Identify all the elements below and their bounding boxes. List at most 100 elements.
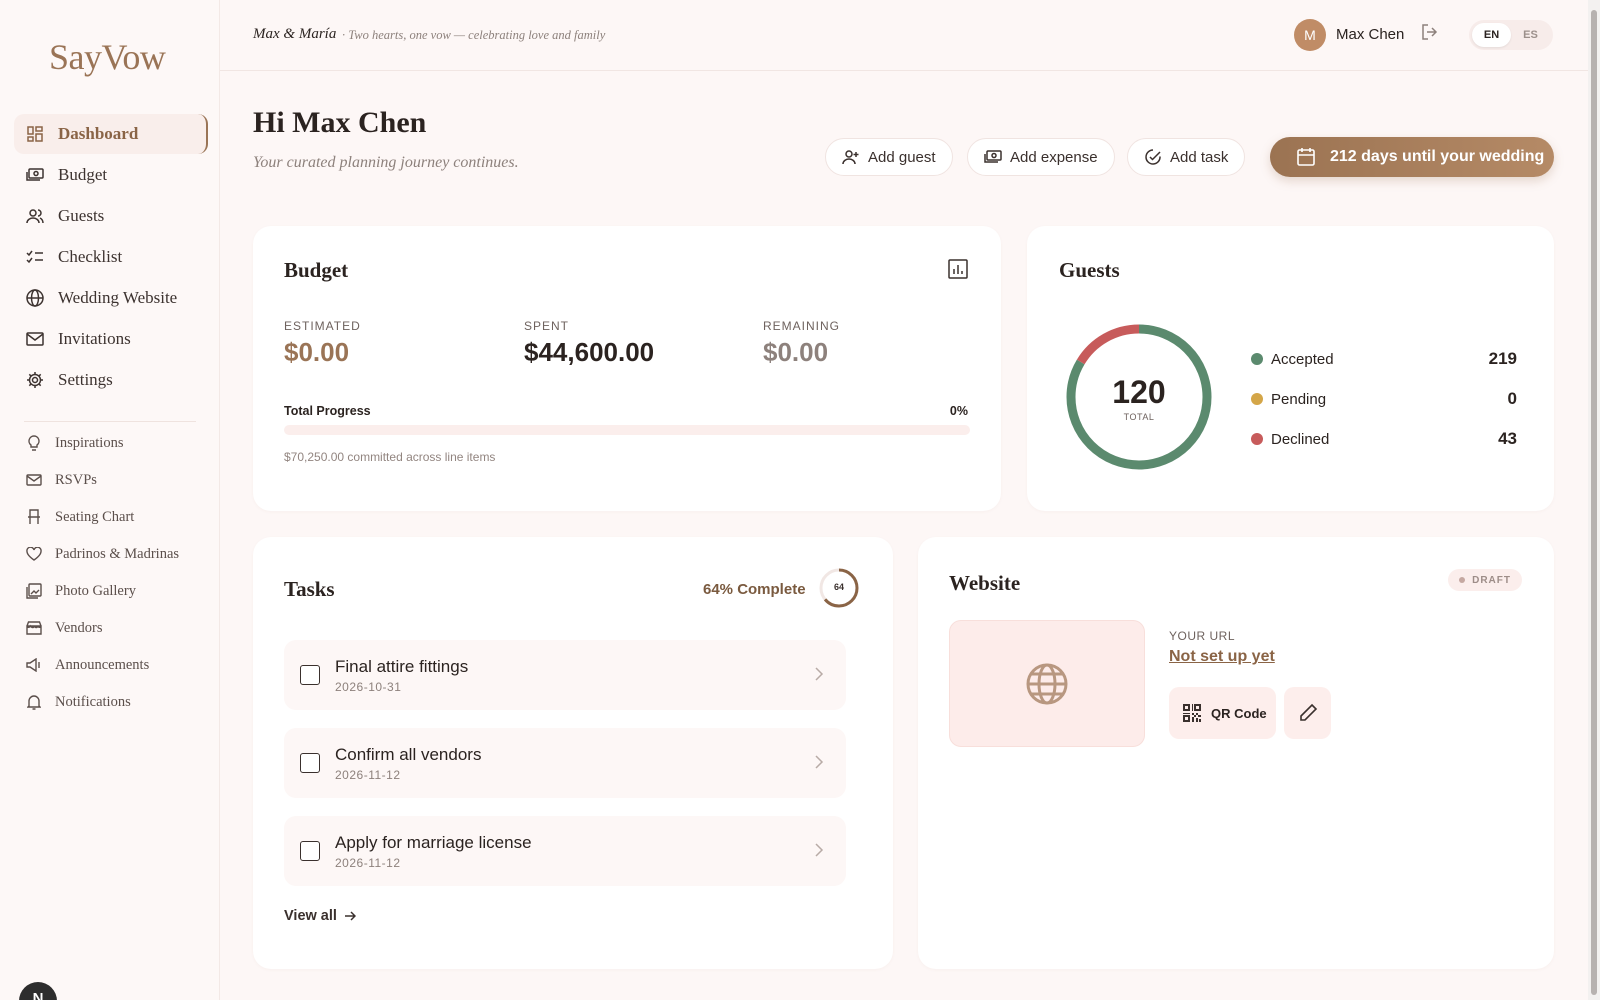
guests-card: Guests 120 TOTAL Accepted 219 Pending 0 … — [1027, 226, 1554, 511]
lang-en-button[interactable]: EN — [1472, 23, 1511, 47]
lightbulb-icon — [26, 435, 42, 451]
globe-icon — [1026, 663, 1068, 704]
money-icon — [984, 148, 1002, 166]
sidebar-divider — [24, 421, 196, 422]
user-name[interactable]: Max Chen — [1336, 26, 1404, 43]
sidebar-item-label: Notifications — [55, 693, 131, 710]
sidebar-item-label: Vendors — [55, 619, 103, 636]
gear-icon — [26, 371, 44, 389]
legend-value: 43 — [1498, 429, 1517, 448]
qr-code-button[interactable]: QR Code — [1169, 687, 1276, 739]
progress-percent: 0% — [949, 404, 968, 418]
mail-icon — [26, 472, 42, 488]
money-icon — [26, 166, 44, 184]
sidebar-item-label: Padrinos & Madrinas — [55, 545, 180, 562]
spent-value: $44,600.00 — [524, 337, 655, 367]
brand-logo[interactable]: SayVow — [49, 36, 166, 78]
chevron-right-icon — [815, 843, 824, 857]
view-all-label: View all — [284, 908, 337, 924]
scrollbar-thumb[interactable] — [1591, 10, 1597, 995]
guests-title: Guests — [1059, 258, 1120, 282]
spent-label: SPENT — [524, 319, 570, 333]
website-url-link[interactable]: Not set up yet — [1169, 648, 1275, 666]
page-subtitle: Your curated planning journey continues. — [253, 154, 519, 171]
task-checkbox[interactable] — [300, 665, 320, 685]
countdown-label: 212 days until your wedding — [1330, 148, 1545, 165]
sidebar-item-label: Wedding Website — [58, 288, 178, 307]
sidebar-item-settings[interactable]: Settings — [14, 360, 208, 400]
add-task-button[interactable]: Add task — [1127, 138, 1246, 176]
sidebar-item-padrinos[interactable]: Padrinos & Madrinas — [14, 538, 208, 570]
legend-name: Pending — [1271, 390, 1327, 408]
add-expense-button[interactable]: Add expense — [967, 138, 1115, 176]
page-title: Hi Max Chen — [253, 106, 427, 139]
chevron-right-icon — [815, 755, 824, 769]
guest-total-label: TOTAL — [1123, 412, 1155, 422]
budget-title: Budget — [284, 258, 349, 282]
legend-name: Accepted — [1271, 350, 1334, 368]
chevron-right-icon — [815, 667, 824, 681]
checklist-icon — [26, 248, 44, 266]
language-toggle: EN ES — [1469, 20, 1553, 50]
sidebar-item-photo-gallery[interactable]: Photo Gallery — [14, 575, 208, 607]
task-row[interactable]: Apply for marriage license 2026-11-12 — [284, 816, 846, 886]
edit-website-button[interactable] — [1284, 687, 1331, 739]
task-row[interactable]: Confirm all vendors 2026-11-12 — [284, 728, 846, 798]
sidebar: SayVow Dashboard Budget Guests Checklist… — [0, 0, 220, 1000]
add-guest-button[interactable]: Add guest — [825, 138, 953, 176]
top-bar: Max & María · Two hearts, one vow — cele… — [220, 0, 1588, 71]
guest-total: 120 — [1112, 374, 1166, 410]
task-name: Final attire fittings — [335, 656, 469, 676]
website-card: Website DRAFT YOUR URL Not set up yet QR… — [918, 537, 1554, 969]
sidebar-item-dashboard[interactable]: Dashboard — [14, 114, 208, 154]
qr-code-icon — [1182, 703, 1202, 723]
user-plus-icon — [842, 148, 860, 166]
pencil-icon — [1299, 703, 1317, 721]
task-checkbox[interactable] — [300, 841, 320, 861]
tasks-card: Tasks 64% Complete 64 Final attire fitti… — [253, 537, 893, 969]
status-badge: DRAFT — [1448, 569, 1522, 591]
task-checkbox[interactable] — [300, 753, 320, 773]
add-guest-label: Add guest — [868, 148, 936, 166]
budget-card: Budget ESTIMATED $0.00 SPENT $44,600.00 … — [253, 226, 1001, 511]
sidebar-item-invitations[interactable]: Invitations — [14, 319, 208, 359]
sidebar-item-inspirations[interactable]: Inspirations — [14, 427, 208, 459]
estimated-value: $0.00 — [284, 337, 350, 367]
add-expense-label: Add expense — [1010, 148, 1098, 166]
wedding-countdown-button[interactable]: 212 days until your wedding — [1270, 137, 1554, 177]
store-icon — [26, 620, 42, 636]
sidebar-item-vendors[interactable]: Vendors — [14, 612, 208, 644]
remaining-label: REMAINING — [763, 319, 841, 333]
qr-code-label: QR Code — [1211, 705, 1267, 721]
sidebar-item-label: Checklist — [58, 247, 123, 266]
sidebar-item-guests[interactable]: Guests — [14, 196, 208, 236]
chart-icon[interactable] — [948, 259, 968, 284]
sidebar-item-budget[interactable]: Budget — [14, 155, 208, 195]
dashboard-icon — [26, 125, 44, 143]
sidebar-item-label: Photo Gallery — [55, 582, 136, 599]
tasks-title: Tasks — [284, 577, 335, 601]
sidebar-item-seating-chart[interactable]: Seating Chart — [14, 501, 208, 533]
sidebar-item-notifications[interactable]: Notifications — [14, 686, 208, 718]
sidebar-item-wedding-website[interactable]: Wedding Website — [14, 278, 208, 318]
page-scrollbar[interactable] — [1588, 0, 1600, 1000]
avatar[interactable]: M — [1294, 19, 1326, 51]
sidebar-item-checklist[interactable]: Checklist — [14, 237, 208, 277]
website-preview[interactable] — [949, 620, 1145, 747]
task-row[interactable]: Final attire fittings 2026-10-31 — [284, 640, 846, 710]
couple-names: Max & María — [253, 26, 337, 42]
sidebar-item-announcements[interactable]: Announcements — [14, 649, 208, 681]
committed-text: $70,250.00 committed across line items — [284, 450, 496, 464]
logout-icon[interactable] — [1420, 22, 1442, 44]
tasks-ring-label: 64 — [833, 582, 844, 592]
tasks-complete-text: 64% Complete — [703, 581, 806, 598]
website-title: Website — [949, 571, 1021, 595]
task-name: Confirm all vendors — [335, 744, 482, 764]
sidebar-item-label: Dashboard — [58, 124, 139, 143]
view-all-tasks-link[interactable]: View all — [284, 908, 356, 924]
lang-es-button[interactable]: ES — [1511, 23, 1550, 47]
legend-value: 219 — [1488, 349, 1517, 368]
status-label: DRAFT — [1472, 574, 1511, 586]
arrow-right-icon — [344, 911, 356, 921]
sidebar-item-rsvps[interactable]: RSVPs — [14, 464, 208, 496]
